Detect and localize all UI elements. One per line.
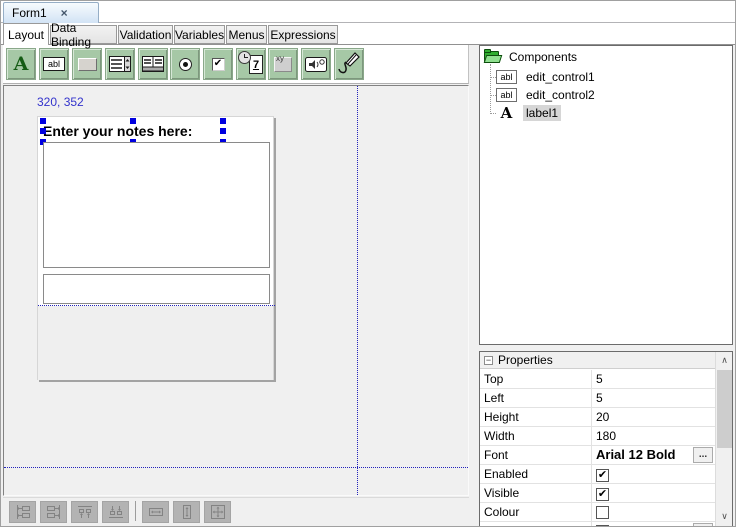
property-row-colour[interactable]: Colour xyxy=(480,503,715,522)
design-canvas[interactable]: 320, 352 Enter your notes here: xyxy=(3,85,469,496)
properties-panel: − Properties Top 5 Left 5 Height 20 Widt… xyxy=(479,351,733,527)
label-tool-button[interactable]: A xyxy=(6,48,36,80)
edit-control-icon: abl xyxy=(496,70,517,84)
colour-picker-button[interactable]: ... xyxy=(693,523,713,527)
selection-handle-middle-right[interactable] xyxy=(220,128,226,134)
selection-handle-top-right[interactable] xyxy=(220,118,226,124)
tab-form1[interactable]: Form1 × xyxy=(3,2,99,23)
panel-tool-button[interactable]: xy xyxy=(268,48,298,80)
make-same-height-button[interactable] xyxy=(173,501,200,523)
media-tool-button[interactable] xyxy=(301,48,331,80)
align-tops-icon xyxy=(77,504,93,520)
tree-item-label: label1 xyxy=(523,105,561,121)
scroll-down-icon[interactable]: ∨ xyxy=(716,508,733,525)
property-row-left[interactable]: Left 5 xyxy=(480,389,715,408)
design-edit-control1[interactable] xyxy=(43,142,270,268)
edit-tool-icon: abl xyxy=(43,57,65,71)
align-bottoms-icon xyxy=(108,504,124,520)
font-picker-button[interactable]: ... xyxy=(693,447,713,463)
property-row-top[interactable]: Top 5 xyxy=(480,370,715,389)
visible-checkbox[interactable]: ✔ xyxy=(596,488,609,501)
checkbox-tool-icon: ✔ xyxy=(212,58,225,71)
properties-scrollbar[interactable]: ∧ ∨ xyxy=(715,352,732,527)
tab-menus[interactable]: Menus xyxy=(226,25,267,44)
toolbar-separator xyxy=(135,501,136,521)
tab-data-binding[interactable]: Data Binding xyxy=(50,25,117,44)
components-root-node[interactable]: Components xyxy=(484,50,577,64)
control-toolbox: A abl xyxy=(3,45,469,84)
tree-item-edit-control1[interactable]: abl edit_control1 xyxy=(480,68,598,86)
components-root-label: Components xyxy=(509,50,577,64)
listbox-tool-icon xyxy=(109,56,131,72)
components-panel: Components abl edit_control1 abl edit_co… xyxy=(479,45,733,345)
property-row-width[interactable]: Width 180 xyxy=(480,427,715,446)
properties-title: Properties xyxy=(498,353,553,367)
tree-item-label1[interactable]: A label1 xyxy=(480,104,561,122)
align-tops-button[interactable] xyxy=(71,501,98,523)
make-same-size-button[interactable] xyxy=(204,501,231,523)
close-icon[interactable]: × xyxy=(61,6,68,20)
property-row-height[interactable]: Height 20 xyxy=(480,408,715,427)
checkbox-tool-button[interactable]: ✔ xyxy=(203,48,233,80)
make-same-width-button[interactable] xyxy=(142,501,169,523)
signature-tool-icon xyxy=(336,51,362,77)
make-same-size-icon xyxy=(210,504,226,520)
property-row-colour-background[interactable]: Colour - Background [255,255,255] ... xyxy=(480,522,715,527)
grid-tool-button[interactable] xyxy=(138,48,168,80)
label-control-icon: A xyxy=(496,106,517,120)
designer-tab-bar: Layout Data Binding Validation Variables… xyxy=(1,23,736,45)
colour-checkbox[interactable] xyxy=(596,506,609,519)
tree-item-edit-control2[interactable]: abl edit_control2 xyxy=(480,86,598,104)
selection-handle-top-left[interactable] xyxy=(40,118,46,124)
tab-form1-label: Form1 xyxy=(12,6,47,20)
properties-grid: Top 5 Left 5 Height 20 Width 180 Font Ar… xyxy=(480,370,715,527)
edit-control-icon: abl xyxy=(496,88,517,102)
form-designer-window: Form1 × Layout Data Binding Validation V… xyxy=(0,0,736,527)
datetime-tool-button[interactable]: 7 xyxy=(236,48,266,80)
scroll-up-icon[interactable]: ∧ xyxy=(716,352,733,369)
enabled-checkbox[interactable]: ✔ xyxy=(596,469,609,482)
button-tool-icon xyxy=(78,58,97,71)
properties-header[interactable]: − Properties xyxy=(480,352,715,369)
align-right-edges-button[interactable] xyxy=(40,501,67,523)
datetime-tool-icon: 7 xyxy=(238,51,264,77)
label-tool-icon: A xyxy=(14,55,29,74)
tab-expressions[interactable]: Expressions xyxy=(268,25,338,44)
listbox-tool-button[interactable] xyxy=(105,48,135,80)
align-left-edges-icon xyxy=(15,504,31,520)
alignment-toolbar xyxy=(3,497,469,522)
align-left-edges-button[interactable] xyxy=(9,501,36,523)
media-tool-icon xyxy=(305,57,327,72)
grid-tool-icon xyxy=(142,56,164,72)
edit-tool-button[interactable]: abl xyxy=(39,48,69,80)
scrollbar-thumb[interactable] xyxy=(717,370,732,448)
form-surface[interactable]: Enter your notes here: xyxy=(37,116,274,380)
collapse-icon[interactable]: − xyxy=(484,356,493,365)
selection-handle-middle-left[interactable] xyxy=(40,128,46,134)
button-tool-button[interactable] xyxy=(72,48,102,80)
align-right-edges-icon xyxy=(46,504,62,520)
property-row-visible[interactable]: Visible ✔ xyxy=(480,484,715,503)
tab-validation[interactable]: Validation xyxy=(118,25,173,44)
tree-item-label: edit_control1 xyxy=(523,69,598,85)
property-row-font[interactable]: Font Arial 12 Bold ... xyxy=(480,446,715,465)
tab-layout[interactable]: Layout xyxy=(3,23,49,45)
align-bottoms-button[interactable] xyxy=(102,501,129,523)
make-same-width-icon xyxy=(148,504,164,520)
property-row-enabled[interactable]: Enabled ✔ xyxy=(480,465,715,484)
tree-item-label: edit_control2 xyxy=(523,87,598,103)
cursor-coordinates: 320, 352 xyxy=(37,95,84,109)
form-overflow-area xyxy=(38,306,273,380)
radio-tool-icon xyxy=(179,58,192,71)
signature-tool-button[interactable] xyxy=(334,48,364,80)
form-width-guide-line xyxy=(357,86,358,495)
make-same-height-icon xyxy=(179,504,195,520)
panel-tool-icon: xy xyxy=(274,57,292,72)
selection-handle-top-middle[interactable] xyxy=(130,118,136,124)
tab-variables[interactable]: Variables xyxy=(174,25,225,44)
radio-tool-button[interactable] xyxy=(170,48,200,80)
folder-icon xyxy=(484,51,501,64)
design-edit-control2[interactable] xyxy=(43,274,270,304)
form-height-guide-line xyxy=(4,467,468,468)
